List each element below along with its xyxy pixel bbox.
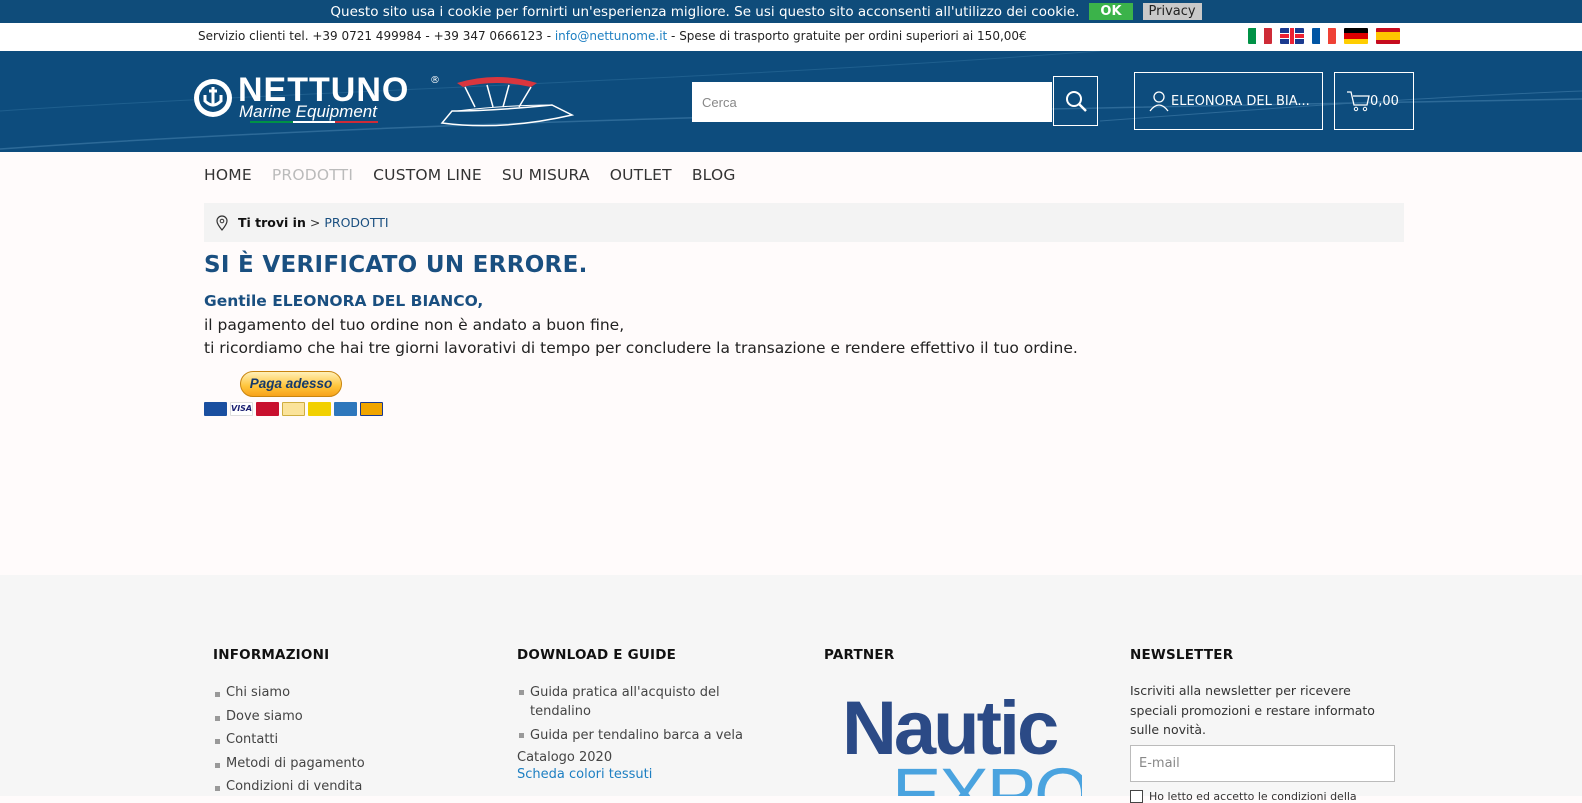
footer-link-dove-siamo[interactable]: Dove siamo <box>213 709 365 733</box>
uk-flag-icon[interactable] <box>1280 28 1304 44</box>
footer-partner-column: PARTNER <box>824 647 894 663</box>
footer-info-heading: INFORMAZIONI <box>213 647 330 663</box>
customer-service-info: Servizio clienti tel. +39 0721 499984 - … <box>198 29 1027 43</box>
nav-item-home[interactable]: HOME <box>204 166 252 184</box>
german-flag-icon[interactable] <box>1344 28 1368 44</box>
nav-item-outlet[interactable]: OUTLET <box>610 166 672 184</box>
site-logo[interactable]: NETTUNO ® Marine Equipment <box>192 73 582 133</box>
newsletter-description: Iscriviti alla newsletter per ricevere s… <box>1130 683 1375 737</box>
newsletter-consent: Ho letto ed accetto le condizioni della <box>1130 789 1395 803</box>
nav-item-custom-line[interactable]: CUSTOM LINE <box>373 166 482 184</box>
footer-link-contatti[interactable]: Contatti <box>213 732 365 756</box>
footer-link-condizioni-vendita[interactable]: Condizioni di vendita <box>213 779 365 803</box>
newsletter-email-input[interactable] <box>1130 744 1395 782</box>
search-icon <box>1065 91 1087 112</box>
search-button[interactable] <box>1053 76 1098 126</box>
nauticexpo-partner-logo[interactable]: Nautic EXPO <box>842 680 1082 796</box>
account-button[interactable]: ELEONORA DEL BIA... <box>1134 72 1323 130</box>
email-link[interactable]: info@nettunome.it <box>555 29 667 43</box>
french-flag-icon[interactable] <box>1312 28 1336 44</box>
page-title: SI È VERIFICATO UN ERRORE. <box>204 252 588 278</box>
postepay-card-icon <box>282 402 305 416</box>
site-header: NETTUNO ® Marine Equipment ELEONORA DEL … <box>0 51 1582 152</box>
search-input[interactable] <box>692 82 1052 122</box>
footer-partner-heading: PARTNER <box>824 647 895 663</box>
footer-link-guida-vela[interactable]: Guida per tendalino barca a vela <box>517 726 757 745</box>
cookie-ok-button[interactable]: OK <box>1089 3 1133 20</box>
maestro-card-icon <box>204 402 227 416</box>
aura-card-icon <box>360 402 383 416</box>
footer-link-chi-siamo[interactable]: Chi siamo <box>213 685 365 709</box>
logo-tricolor-line <box>250 121 379 123</box>
cookie-bar: Questo sito usa i cookie per fornirti un… <box>0 0 1582 23</box>
greeting-text: Gentile ELEONORA DEL BIANCO, <box>204 292 484 310</box>
consent-label: Ho letto ed accetto le condizioni della <box>1149 789 1357 803</box>
main-navigation: HOME PRODOTTI CUSTOM LINE SU MISURA OUTL… <box>204 166 736 184</box>
breadcrumb-separator: > <box>309 215 321 230</box>
italian-flag-icon[interactable] <box>1248 28 1272 44</box>
user-icon <box>1149 91 1169 112</box>
anchor-logo-icon <box>194 79 232 117</box>
language-selector <box>1248 28 1400 44</box>
payment-reminder-text: ti ricordiamo che hai tre giorni lavorat… <box>204 339 1078 357</box>
location-pin-icon <box>216 214 228 231</box>
cookie-privacy-button[interactable]: Privacy <box>1142 3 1202 20</box>
payment-card-logos: VISA <box>204 402 383 416</box>
nav-item-blog[interactable]: BLOG <box>692 166 736 184</box>
amex-card-icon <box>334 402 357 416</box>
breadcrumb-label: Ti trovi in <box>238 215 306 230</box>
payment-failed-text: il pagamento del tuo ordine non è andato… <box>204 316 625 334</box>
spanish-flag-icon[interactable] <box>1376 28 1400 44</box>
footer-link-metodi-pagamento[interactable]: Metodi di pagamento <box>213 756 365 780</box>
service-phone-text: Servizio clienti tel. +39 0721 499984 - … <box>198 29 555 43</box>
footer-link-guida-acquisto[interactable]: Guida pratica all'acquisto del tendalino <box>517 683 757 721</box>
footer-downloads-heading: DOWNLOAD E GUIDE <box>517 647 677 663</box>
logo-subtitle: Marine Equipment <box>239 102 377 121</box>
cart-button[interactable]: 0,00 <box>1334 72 1414 130</box>
footer-info-column: INFORMAZIONI Chi siamo Dove siamo Contat… <box>213 647 365 803</box>
breadcrumb-current[interactable]: PRODOTTI <box>324 215 388 230</box>
nav-item-su-misura[interactable]: SU MISURA <box>502 166 590 184</box>
footer-downloads-column: DOWNLOAD E GUIDE Guida pratica all'acqui… <box>517 647 757 782</box>
shipping-text: - Spese di trasporto gratuite per ordini… <box>667 29 1027 43</box>
breadcrumb: Ti trovi in > PRODOTTI <box>204 203 1404 242</box>
expo-logo-word: EXPO <box>892 753 1082 796</box>
footer-link-colori-tessuti[interactable]: Scheda colori tessuti <box>517 767 757 782</box>
top-info-bar: Servizio clienti tel. +39 0721 499984 - … <box>0 23 1582 51</box>
account-name: ELEONORA DEL BIA... <box>1171 93 1310 109</box>
cart-total: 0,00 <box>1370 93 1399 109</box>
consent-checkbox[interactable] <box>1130 789 1143 803</box>
paypal-pay-now-button[interactable]: Paga adesso <box>240 371 342 397</box>
footer-newsletter-heading: NEWSLETTER <box>1130 647 1234 663</box>
postepay-evolution-card-icon <box>308 402 331 416</box>
footer-newsletter-column: NEWSLETTER Iscriviti alla newsletter per… <box>1130 647 1395 803</box>
nav-item-prodotti[interactable]: PRODOTTI <box>272 166 353 184</box>
shopping-cart-icon <box>1347 91 1370 112</box>
footer-catalog-text[interactable]: Catalogo 2020 <box>517 750 757 765</box>
site-footer: INFORMAZIONI Chi siamo Dove siamo Contat… <box>0 575 1582 803</box>
mastercard-card-icon <box>256 402 279 416</box>
visa-card-icon: VISA <box>230 402 253 416</box>
cookie-message: Questo sito usa i cookie per fornirti un… <box>330 3 1080 20</box>
boat-illustration-icon <box>440 77 575 127</box>
